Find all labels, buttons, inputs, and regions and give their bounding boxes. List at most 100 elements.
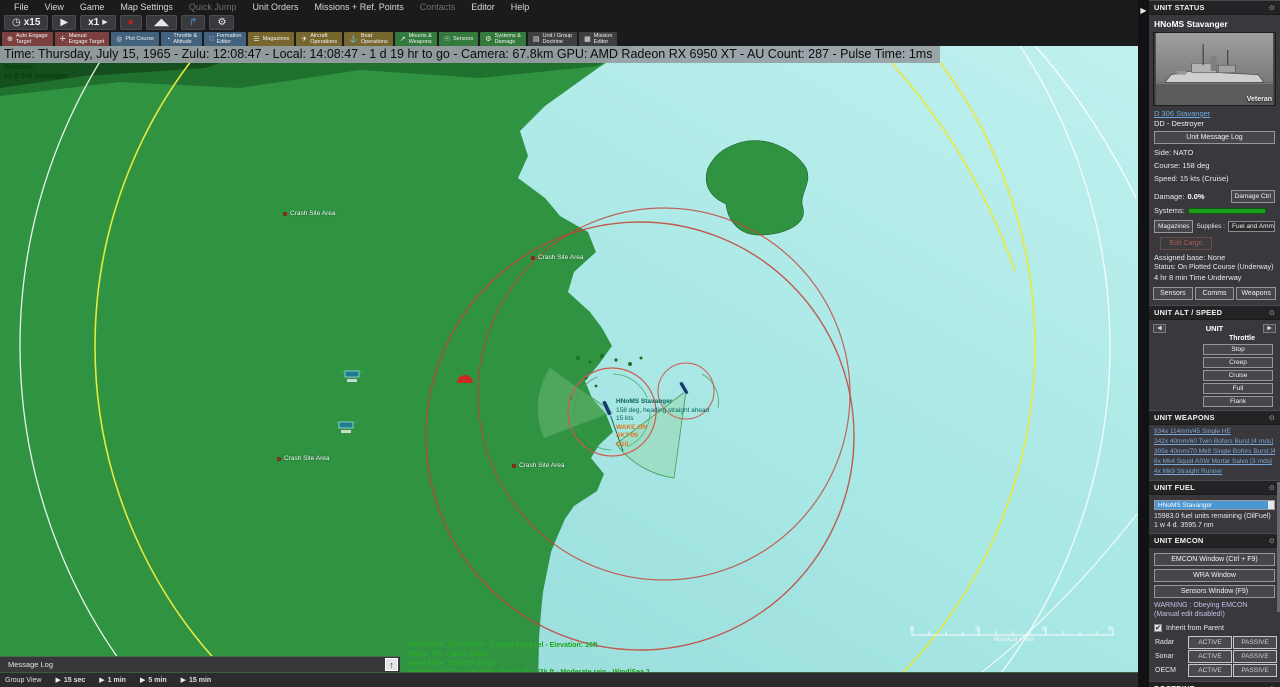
ribbon-sensors-button[interactable]: ☉ Sensors bbox=[439, 32, 478, 46]
unit-weapons-header[interactable]: UNIT WEAPONS ⊙ bbox=[1149, 410, 1280, 425]
oecm-active-button[interactable]: ACTIVE bbox=[1188, 664, 1232, 677]
time-step-5min[interactable]: ▶ 5 min bbox=[140, 676, 167, 684]
record-button[interactable]: ● bbox=[120, 15, 142, 30]
tab-sensors[interactable]: Sensors bbox=[1153, 287, 1193, 300]
weapon-link[interactable]: 242x 40mm/60 Twin Bofors Burst [4 rnds] bbox=[1154, 437, 1275, 447]
gear-icon: ⚙ bbox=[485, 35, 491, 43]
unit-course: Course: 158 deg bbox=[1154, 161, 1275, 170]
time-compression-button[interactable]: ◷ x15 bbox=[4, 15, 48, 30]
sonar-passive-button[interactable]: PASSIVE bbox=[1233, 650, 1277, 663]
ribbon-aircraft-operations-button[interactable]: ✈ AircraftOperations bbox=[296, 32, 342, 46]
step-once-button[interactable]: x1 ▶ bbox=[80, 15, 116, 30]
ribbon-magazines-button[interactable]: ☰ Magazines bbox=[248, 32, 294, 46]
crash-site-marker[interactable]: Crash Site Area bbox=[283, 210, 336, 217]
weapon-link[interactable]: 305x 40mm/70 Mk9 Single Bofors Burst [4 … bbox=[1154, 447, 1275, 457]
time-step-15sec[interactable]: ▶ 15 sec bbox=[55, 676, 85, 684]
pin-icon[interactable]: ⊙ bbox=[1269, 309, 1275, 317]
supplies-dropdown[interactable]: Fuel and Ammo ∨ bbox=[1228, 221, 1275, 232]
scope-label: UNIT bbox=[1206, 324, 1224, 333]
emcon-row-label: Radar bbox=[1153, 639, 1187, 646]
ribbon-manual-engage-target-button[interactable]: ✛ ManualEngage Target bbox=[55, 32, 110, 46]
pin-icon[interactable]: ⊙ bbox=[1269, 414, 1275, 422]
formation-dots-icon: ∷ bbox=[209, 35, 213, 43]
unit-fuel-header[interactable]: UNIT FUEL ⊙ bbox=[1149, 480, 1280, 495]
wra-window-button[interactable]: WRA Window bbox=[1154, 569, 1275, 582]
expand-message-log-button[interactable]: ↑ bbox=[385, 658, 398, 671]
ribbon-boat-operations-button[interactable]: ⚓ BoatOperations bbox=[344, 32, 393, 46]
menu-contacts: Contacts bbox=[412, 2, 464, 12]
unit-fuel-panel: HNoMS Stavanger 15983.0 fuel units remai… bbox=[1149, 495, 1280, 533]
group-view-label[interactable]: Group View bbox=[5, 677, 41, 684]
datablock-tag: WAKE ON bbox=[616, 424, 709, 433]
weapon-link[interactable]: 934x 114mm/45 Single HE bbox=[1154, 427, 1275, 437]
time-step-15min[interactable]: ▶ 15 min bbox=[181, 676, 212, 684]
time-status-bar: Time: Thursday, July 15, 1965 - Zulu: 12… bbox=[0, 46, 940, 63]
magazine-icon: ☰ bbox=[253, 35, 259, 43]
radar-active-button[interactable]: ACTIVE bbox=[1188, 636, 1232, 649]
map-viewport[interactable]: Crash Site Area Crash Site Area Crash Si… bbox=[0, 46, 1138, 687]
ribbon-mission-editor-button[interactable]: ▦ MissionEditor bbox=[579, 32, 617, 46]
scope-right-arrow[interactable]: ► bbox=[1263, 324, 1276, 333]
ribbon-formation-editor-button[interactable]: ∷ FormationEditor bbox=[204, 32, 246, 46]
unit-id-link[interactable]: D 306 Stavanger bbox=[1154, 109, 1275, 118]
oecm-passive-button[interactable]: PASSIVE bbox=[1233, 664, 1277, 677]
pin-icon[interactable]: ⊙ bbox=[1269, 484, 1275, 492]
checkbox-check-icon: ✔ bbox=[1154, 624, 1162, 632]
menu-game[interactable]: Game bbox=[72, 2, 113, 12]
crash-site-label: Crash Site Area bbox=[538, 254, 584, 261]
crash-site-marker[interactable]: Crash Site Area bbox=[512, 462, 565, 469]
scope-left-arrow[interactable]: ◄ bbox=[1153, 324, 1166, 333]
terrain-view-button[interactable]: ◢◣ bbox=[146, 15, 177, 30]
play-button[interactable]: ▶ bbox=[52, 15, 76, 30]
crash-site-marker[interactable]: Crash Site Area bbox=[277, 455, 330, 462]
unit-alt-speed-panel: ◄ UNIT ► Throttle Stop Creep Cruise Full… bbox=[1149, 320, 1280, 410]
sonar-active-button[interactable]: ACTIVE bbox=[1188, 650, 1232, 663]
menu-view[interactable]: View bbox=[37, 2, 72, 12]
message-log-bar[interactable]: Message Log ↑ bbox=[0, 656, 400, 672]
throttle-cruise-button[interactable]: Cruise bbox=[1203, 370, 1273, 381]
sidebar-collapse-strip[interactable]: ▶ bbox=[1138, 0, 1149, 687]
time-step-1min[interactable]: ▶ 1 min bbox=[99, 676, 126, 684]
magazines-button[interactable]: Magazines bbox=[1154, 220, 1193, 233]
throttle-full-button[interactable]: Full bbox=[1203, 383, 1273, 394]
selection-readout: Selected: 1x D 306 Stavanger bbox=[4, 64, 68, 80]
ribbon-unit-group-doctrine-button[interactable]: ▤ Unit / GroupDoctrine bbox=[528, 32, 577, 46]
selection-label: Selected: bbox=[4, 64, 68, 71]
unit-status-panel: HNoMS Stavanger Vetera bbox=[1149, 15, 1280, 305]
menu-unit-orders[interactable]: Unit Orders bbox=[244, 2, 306, 12]
weapon-link[interactable]: 6x Mk4 Squid ASW Mortar Salvo [3 rnds] bbox=[1154, 457, 1275, 467]
damage-ctrl-button[interactable]: Damage Ctrl bbox=[1231, 190, 1275, 203]
throttle-flank-button[interactable]: Flank bbox=[1203, 396, 1273, 407]
pin-icon[interactable]: ⊙ bbox=[1269, 4, 1275, 12]
pin-icon[interactable]: ⊙ bbox=[1269, 537, 1275, 545]
emcon-row-label: OECM bbox=[1153, 667, 1187, 674]
tab-weapons[interactable]: Weapons bbox=[1236, 287, 1276, 300]
doctrine-header[interactable]: DOCTRINE ⊙ bbox=[1149, 681, 1280, 687]
sensors-window-button[interactable]: Sensors Window (F9) bbox=[1154, 585, 1275, 598]
crash-dot-icon bbox=[531, 256, 535, 260]
inherit-from-parent-checkbox[interactable]: ✔ Inherit from Parent bbox=[1154, 624, 1275, 632]
menu-file[interactable]: File bbox=[6, 2, 37, 12]
settings-button[interactable]: ⚙ bbox=[209, 15, 234, 30]
unit-status-header[interactable]: UNIT STATUS ⊙ bbox=[1149, 0, 1280, 15]
radar-passive-button[interactable]: PASSIVE bbox=[1233, 636, 1277, 649]
ribbon-throttle-altitude-button[interactable]: ◔ Throttle &Altitude bbox=[161, 32, 202, 46]
menu-missions-ref-points[interactable]: Missions + Ref. Points bbox=[306, 2, 411, 12]
weapon-link[interactable]: 4x Mk9 Straight Runner bbox=[1154, 467, 1275, 477]
unit-alt-speed-header[interactable]: UNIT ALT / SPEED ⊙ bbox=[1149, 305, 1280, 320]
throttle-stop-button[interactable]: Stop bbox=[1203, 344, 1273, 355]
unit-emcon-header[interactable]: UNIT EMCON ⊙ bbox=[1149, 533, 1280, 548]
throttle-creep-button[interactable]: Creep bbox=[1203, 357, 1273, 368]
tab-comms[interactable]: Comms bbox=[1195, 287, 1235, 300]
menu-help[interactable]: Help bbox=[503, 2, 538, 12]
ribbon-plot-course-button[interactable]: ◎ Plot Course bbox=[111, 32, 159, 46]
ribbon-mounts-weapons-button[interactable]: ↗ Mounts &Weapons bbox=[395, 32, 437, 46]
crash-site-marker[interactable]: Crash Site Area bbox=[531, 254, 584, 261]
ribbon-auto-engage-target-button[interactable]: ⊕ Auto EngageTarget bbox=[2, 32, 53, 46]
menu-editor[interactable]: Editor bbox=[463, 2, 503, 12]
jump-pointer-button[interactable]: ↱ bbox=[181, 15, 205, 30]
menu-map-settings[interactable]: Map Settings bbox=[112, 2, 181, 12]
emcon-window-button[interactable]: EMCON Window (Ctrl + F9) bbox=[1154, 553, 1275, 566]
unit-message-log-button[interactable]: Unit Message Log bbox=[1154, 131, 1275, 144]
ribbon-systems-damage-button[interactable]: ⚙ Systems &Damage bbox=[480, 32, 526, 46]
